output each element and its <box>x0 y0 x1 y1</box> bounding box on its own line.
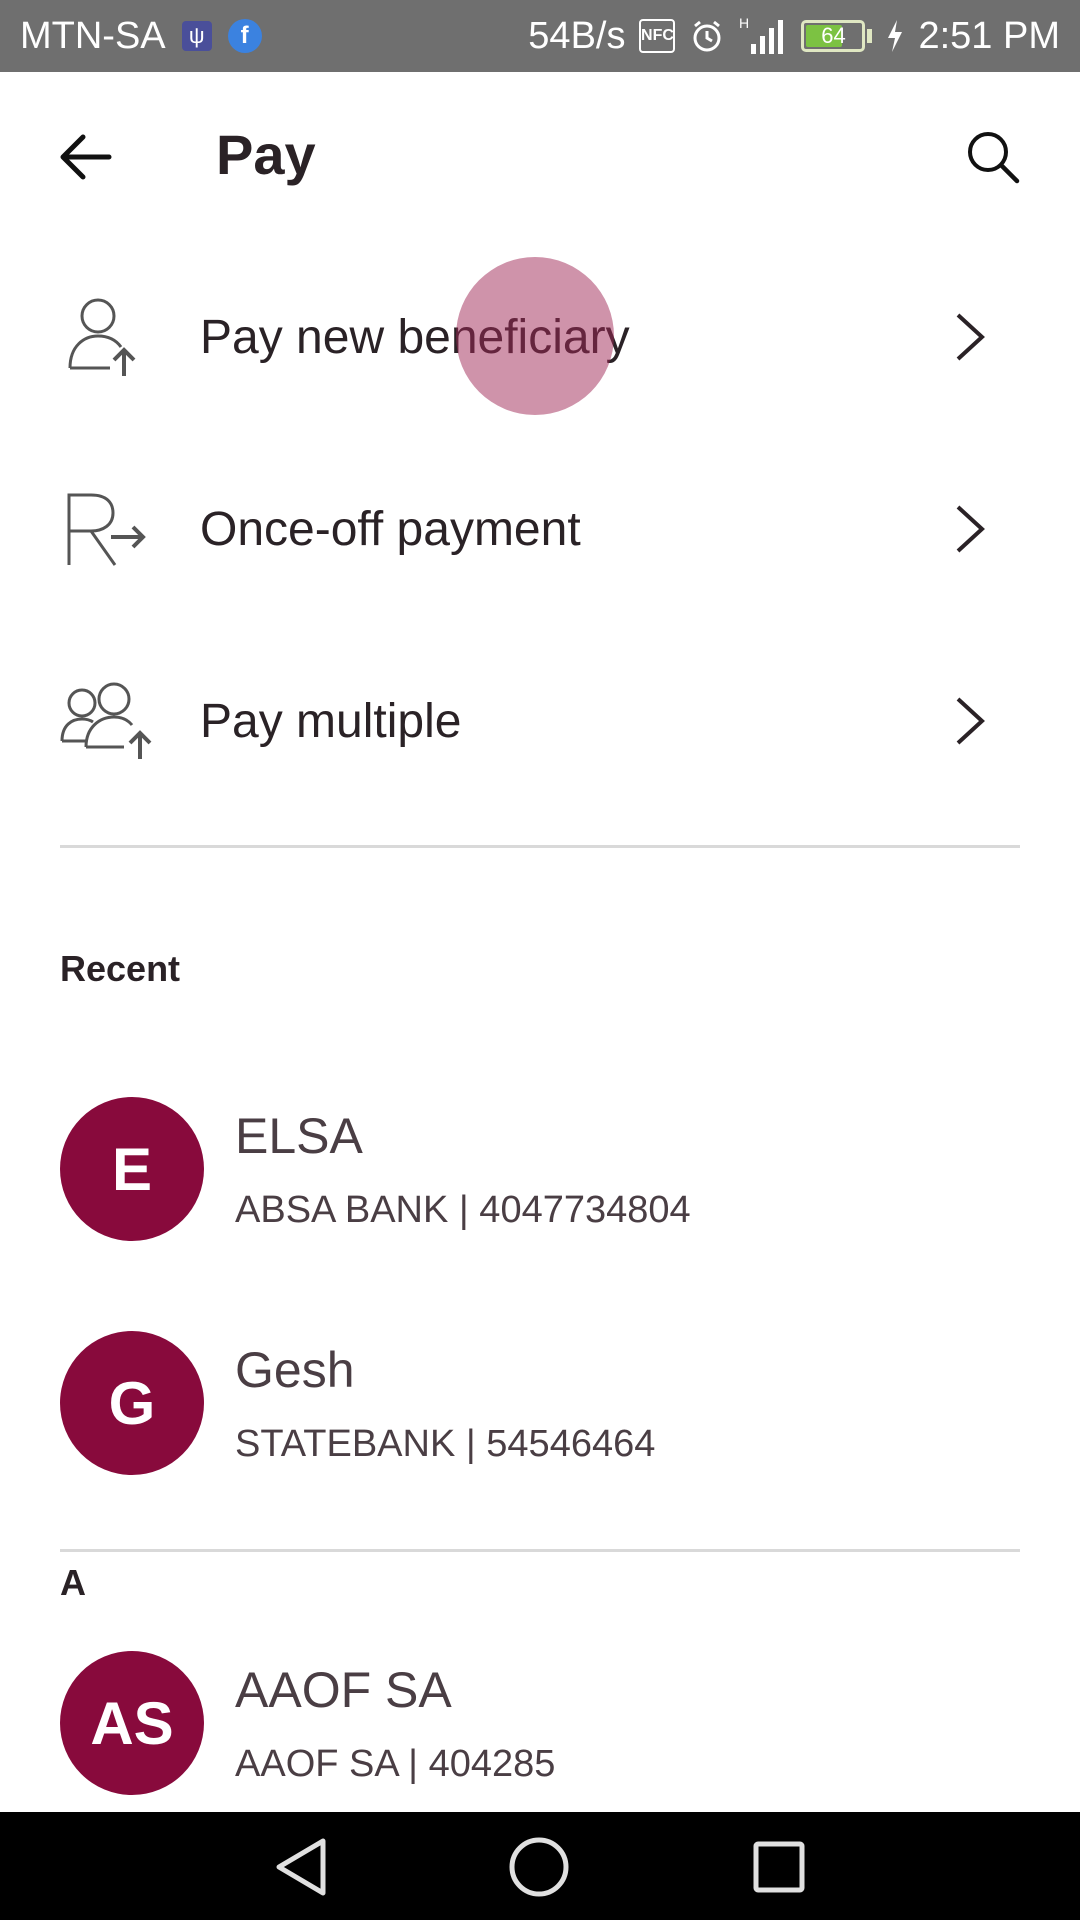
square-recents-icon <box>753 1841 805 1893</box>
pay-multiple-row[interactable]: Pay multiple <box>0 646 1080 796</box>
triangle-back-icon <box>276 1838 326 1896</box>
status-bar: MTN-SA ψ f 54B/s NFC H 64 2:51 PM <box>0 0 1080 72</box>
alpha-heading: A <box>60 1562 86 1603</box>
battery-cap <box>867 29 873 43</box>
charging-icon <box>886 20 904 52</box>
section-divider <box>60 845 1020 848</box>
nfc-icon: NFC <box>639 19 676 53</box>
signal-icon: H <box>739 16 787 56</box>
avatar: AS <box>60 1651 204 1795</box>
app-header: Pay <box>0 72 1080 242</box>
network-speed: 54B/s <box>528 14 626 57</box>
battery-level: 64 <box>821 23 846 48</box>
action-label: Once-off payment <box>200 502 581 556</box>
once-off-payment-row[interactable]: Once-off payment <box>0 454 1080 604</box>
avatar: E <box>60 1097 204 1241</box>
group-upload-icon <box>58 673 154 769</box>
battery-icon: 64 <box>801 20 866 52</box>
circle-home-icon <box>509 1837 569 1897</box>
signal-type: H <box>739 16 749 31</box>
alarm-icon <box>689 18 725 54</box>
arrow-left-icon <box>60 134 112 180</box>
recent-heading: Recent <box>60 948 181 989</box>
action-label: Pay multiple <box>200 694 462 748</box>
nav-home-button[interactable] <box>506 1834 572 1900</box>
contact-bank-detail: STATEBANK | 54546464 <box>235 1423 656 1465</box>
clock: 2:51 PM <box>918 14 1060 57</box>
carrier-name: MTN-SA <box>20 14 166 57</box>
recent-contact-row[interactable]: E ELSA ABSA BANK | 4047734804 <box>0 1097 1080 1287</box>
contact-name: ELSA <box>235 1108 363 1164</box>
search-button[interactable] <box>960 124 1026 190</box>
action-label: Pay new beneficiary <box>200 310 630 364</box>
person-upload-icon <box>58 289 154 385</box>
avatar: G <box>60 1331 204 1475</box>
nav-back-button[interactable] <box>268 1834 334 1900</box>
rand-arrow-icon <box>58 481 154 577</box>
chevron-right-icon <box>940 691 1000 751</box>
contact-bank-detail: ABSA BANK | 4047734804 <box>235 1189 691 1231</box>
pay-new-beneficiary-row[interactable]: Pay new beneficiary <box>0 262 1080 412</box>
contact-name: Gesh <box>235 1342 355 1398</box>
chevron-right-icon <box>940 499 1000 559</box>
chevron-right-icon <box>940 307 1000 367</box>
usb-icon: ψ <box>181 21 212 51</box>
section-divider <box>60 1549 1020 1552</box>
facebook-icon: f <box>227 19 262 53</box>
nav-recents-button[interactable] <box>746 1834 812 1900</box>
recent-contact-row[interactable]: G Gesh STATEBANK | 54546464 <box>0 1331 1080 1521</box>
system-nav-bar <box>0 1812 1080 1920</box>
page-title: Pay <box>216 123 316 186</box>
contact-bank-detail: AAOF SA | 404285 <box>235 1743 556 1785</box>
search-icon <box>968 132 1020 184</box>
contact-name: AAOF SA <box>235 1662 452 1718</box>
back-button[interactable] <box>50 127 120 187</box>
